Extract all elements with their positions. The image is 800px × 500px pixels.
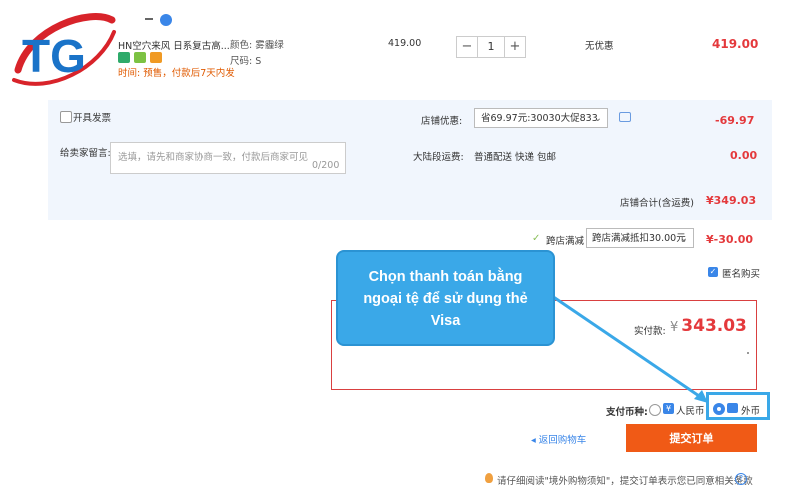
rmb-label[interactable]: 人民币 (676, 403, 705, 417)
increment-button[interactable]: + (505, 37, 525, 57)
message-label: 给卖家留言: (60, 148, 111, 159)
currency-label: 支付币种: (606, 407, 648, 418)
quantity-stepper[interactable]: − 1 + (456, 36, 526, 58)
rmb-icon: ¥ (663, 403, 674, 414)
anonymous-checkbox[interactable]: ✓ (708, 267, 718, 277)
store-discount-select[interactable]: 省69.97元:30030大促833 ⌄ (474, 108, 608, 128)
product-title[interactable]: HN空穴来风 日系复古高... (118, 38, 230, 52)
submit-order-button[interactable]: 提交订单 (626, 424, 757, 452)
bulb-icon (485, 473, 493, 483)
foreign-currency-radio[interactable] (713, 403, 725, 415)
instruction-callout: Chọn thanh toán bằng ngoại tệ để sử dụng… (336, 250, 555, 346)
product-size: 尺码: S (230, 56, 262, 67)
back-to-cart-link[interactable]: ◂ 返回购物车 (531, 432, 586, 446)
chevron-down-icon: ⌄ (593, 113, 602, 124)
item-total: 419.00 (712, 37, 759, 51)
rmb-radio[interactable] (649, 404, 661, 416)
unit-price: 419.00 (388, 38, 422, 49)
store-subtotal-value: ¥349.03 (706, 194, 757, 207)
message-char-count: 0/200 (312, 160, 340, 171)
chat-icon[interactable] (619, 112, 631, 122)
callout-line-1: Chọn thanh toán bằng (368, 269, 523, 285)
foreign-currency-label[interactable]: 外币 (741, 403, 760, 417)
store-discount-amount: -69.97 (715, 114, 755, 127)
quantity-input[interactable]: 1 (477, 37, 505, 57)
paid-label: 实付款: (634, 326, 666, 337)
divider-mark (145, 18, 153, 20)
shipping-label: 大陆段运费: (413, 152, 464, 163)
cross-store-label: 跨店满减 (546, 236, 585, 247)
anonymous-label: 匿名购买 (722, 269, 761, 280)
dot-mark (747, 352, 749, 354)
info-icon[interactable]: ? (735, 473, 747, 485)
message-placeholder: 选填，请先和商家协商一致，付款后商家可见 (118, 152, 309, 163)
check-icon: ✓ (532, 233, 541, 244)
badge-orange-icon (150, 52, 162, 63)
info-badge-icon (160, 14, 172, 26)
badge-lime-icon (134, 52, 146, 63)
shipping-amount: 0.00 (730, 149, 758, 162)
decrement-button[interactable]: − (457, 37, 477, 57)
paid-amount-value: 343.03 (681, 316, 747, 336)
invoice-label: 开具发票 (73, 113, 112, 124)
product-badges (118, 52, 162, 63)
paid-amount: ¥343.03 (670, 316, 747, 336)
paid-currency-symbol: ¥ (670, 320, 679, 335)
back-arrow-icon: ◂ (531, 435, 539, 446)
store-discount-value: 省69.97元:30030大促833 (481, 113, 598, 124)
cross-store-amount: ¥-30.00 (706, 233, 754, 246)
badge-green-icon (118, 52, 130, 63)
cross-store-select[interactable]: 跨店满减抵扣30.00元 ⌄ (586, 228, 694, 248)
wallet-icon (727, 403, 738, 413)
store-discount-label: 店铺优惠: (421, 116, 463, 127)
terms-notice: 请仔细阅读"境外购物须知"，提交订单表示您已同意相关条款 (497, 476, 753, 487)
invoice-checkbox[interactable] (60, 111, 72, 123)
callout-line-2: ngoại tệ để sử dụng thẻ (363, 291, 528, 307)
back-to-cart-text: 返回购物车 (538, 435, 587, 446)
callout-line-3: Visa (430, 313, 461, 329)
chevron-down-icon: ⌄ (679, 233, 688, 244)
product-color: 颜色: 雾霾绿 (230, 40, 284, 51)
presale-note: 时间: 预售，付款后7天内发 (118, 68, 235, 79)
shipping-method: 普通配送 快递 包邮 (474, 152, 557, 163)
cross-store-value: 跨店满减抵扣30.00元 (592, 233, 686, 244)
logo-text: TG (22, 30, 86, 82)
store-subtotal-label: 店铺合计(含运费) (620, 198, 694, 209)
item-discount: 无优惠 (585, 41, 614, 52)
tg-logo: TG (12, 13, 116, 86)
product-attrs: 颜色: 雾霾绿 尺码: S (230, 38, 284, 70)
